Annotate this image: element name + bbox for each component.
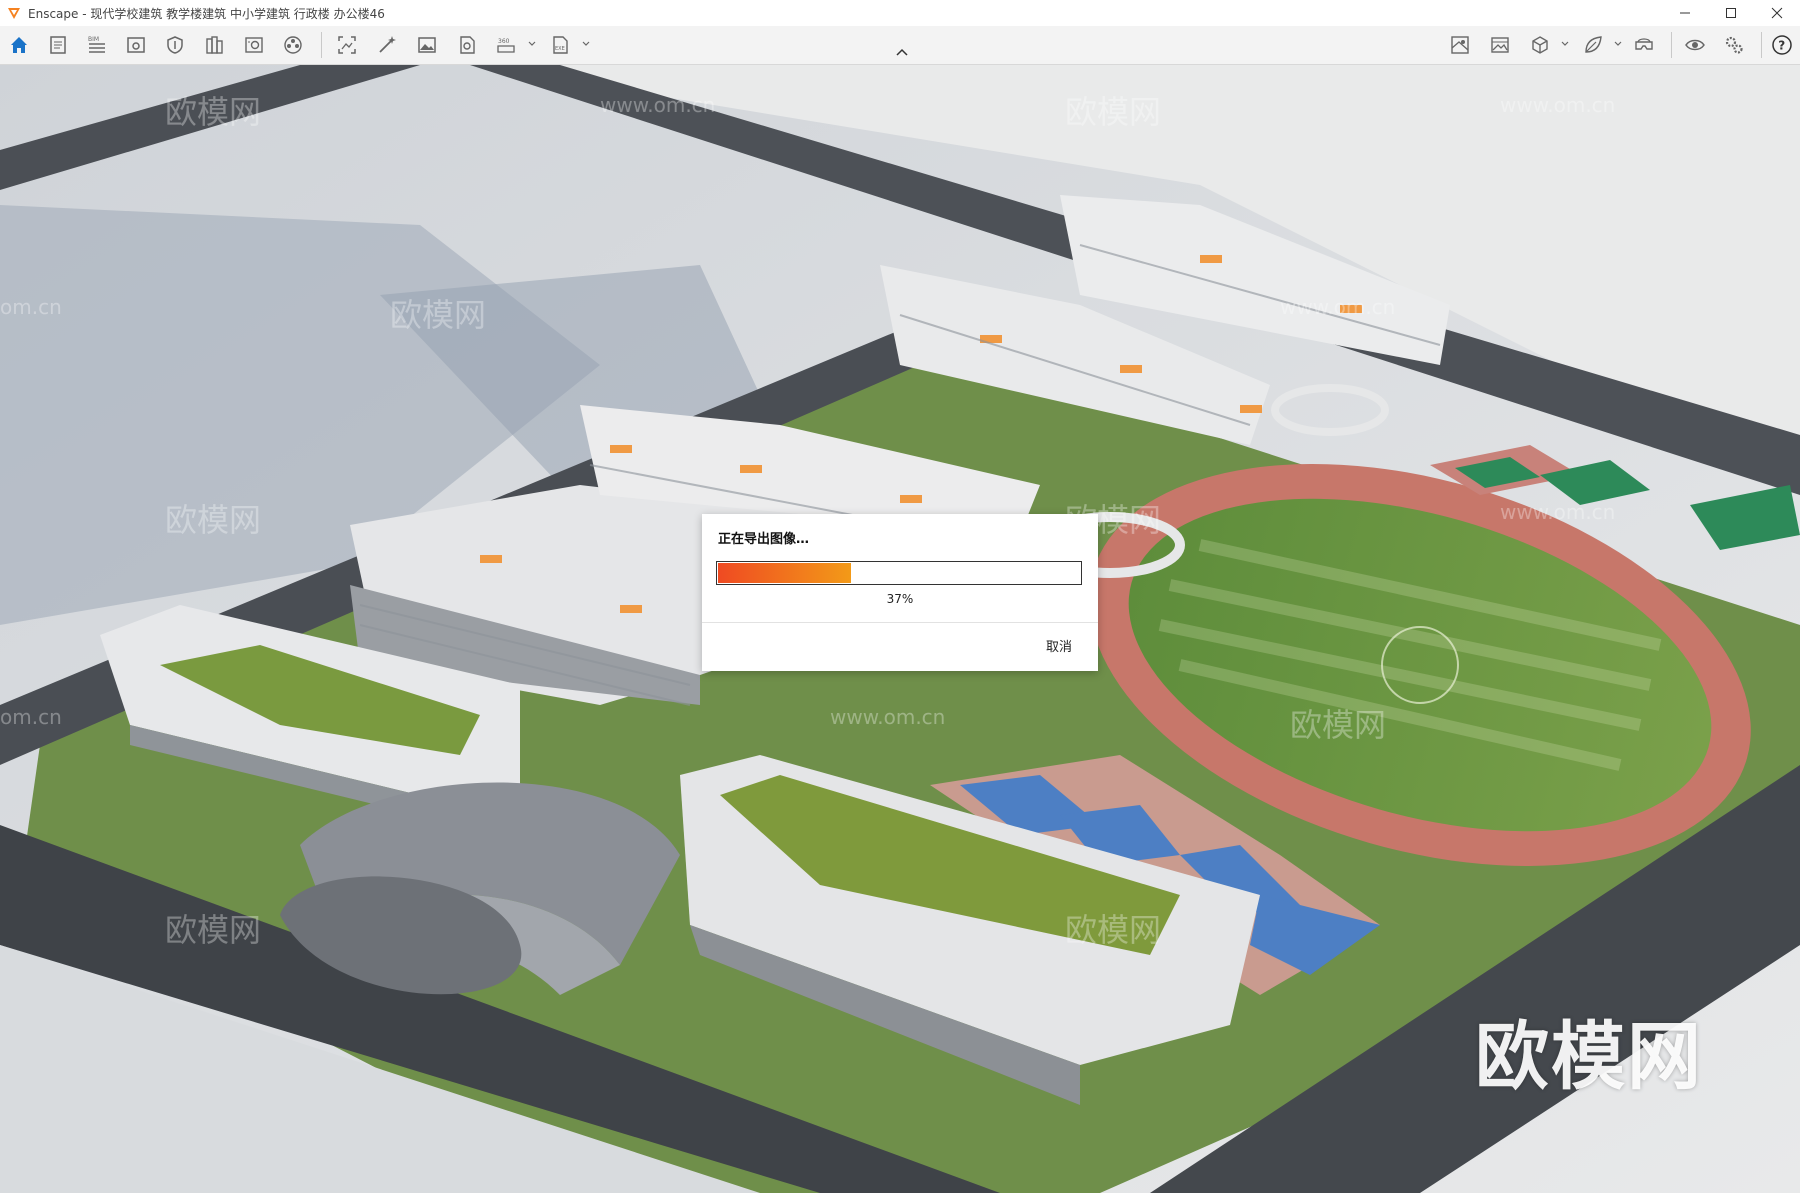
svg-text:EXE: EXE [555,46,565,52]
help-button[interactable]: ? [1770,33,1794,57]
leaf-button[interactable] [1581,33,1605,57]
visual-settings-button[interactable] [1683,33,1707,57]
chevron-down-icon[interactable] [1561,40,1569,48]
dialog-divider [702,622,1098,623]
screenshot-button[interactable] [335,33,359,57]
watermark-text: 欧模网 [165,911,262,949]
asset-cube-button[interactable] [1528,33,1552,57]
home-icon [11,37,27,53]
eye-icon [1685,39,1705,51]
film-reel-icon [284,36,302,54]
render-viewport[interactable]: 欧模网 www.om.cn 欧模网 www.om.cn om.cn 欧模网 ww… [0,65,1800,1193]
watermark-text: om.cn [0,295,62,319]
gears-icon [1725,36,1743,54]
image-icon [418,37,436,53]
exe-export-button[interactable]: EXE [548,33,572,57]
watermark-text: 欧模网 [390,296,487,334]
svg-text:BIM: BIM [88,36,99,43]
panorama-360-icon: 360 [497,38,515,53]
help-icon: ? [1772,35,1792,55]
settings-panel-icon [245,37,263,53]
watermark-text: www.om.cn [1280,295,1396,319]
chevron-down-icon[interactable] [528,40,536,48]
svg-text:360: 360 [498,38,510,45]
bim-icon: BIM [88,36,105,53]
settings-panel-button[interactable] [242,33,266,57]
bim-button[interactable]: BIM [85,33,109,57]
chevron-up-icon[interactable] [893,47,911,57]
home-button[interactable] [7,33,31,57]
main-toolbar: BIM 360 EXE ? [0,26,1800,65]
video-editor-button[interactable] [281,33,305,57]
library-button[interactable] [203,33,227,57]
close-button[interactable] [1754,0,1800,26]
export-progress-dialog: 正在导出图像… 37% 取消 [702,514,1098,671]
watermark-text: www.om.cn [1500,500,1616,524]
shield-icon [167,36,183,54]
title-bar: Enscape - 现代学校建筑 教学楼建筑 中小学建筑 行政楼 办公楼46 [0,0,1800,26]
toolbar-separator [321,32,322,58]
watermark-text: 欧模网 [165,93,262,131]
watermark-text: www.om.cn [830,705,946,729]
svg-text:?: ? [1778,39,1785,53]
view-icon [127,37,145,53]
image-button[interactable] [415,33,439,57]
batch-render-icon [460,36,475,54]
progress-bar [716,561,1082,585]
progress-bar-fill [718,563,851,583]
gallery-button[interactable] [1488,33,1512,57]
minimize-icon [1680,12,1690,14]
panorama-button[interactable]: 360 [494,33,518,57]
dialog-title: 正在导出图像… [718,532,810,547]
vr-headset-icon [1635,38,1653,50]
minimize-button[interactable] [1662,0,1708,26]
watermark-text: 欧模网 [1065,93,1162,131]
close-icon [1771,7,1783,19]
magic-wand-button[interactable] [375,33,399,57]
enscape-logo-icon [8,8,20,19]
chevron-down-icon[interactable] [582,40,590,48]
watermark-text: 欧模网 [1065,911,1162,949]
maximize-button[interactable] [1708,0,1754,26]
batch-render-button[interactable] [455,33,479,57]
material-button[interactable] [1448,33,1472,57]
watermark-text: www.om.cn [1500,93,1616,117]
toolbar-separator [1761,32,1762,58]
cube-icon [1532,36,1548,54]
window-title: Enscape - 现代学校建筑 教学楼建筑 中小学建筑 行政楼 办公楼46 [28,6,385,21]
watermark-text: 欧模网 [165,501,262,539]
vr-button[interactable] [1632,33,1656,57]
exe-export-icon: EXE [553,36,568,54]
watermark-text: www.om.cn [600,93,716,117]
magic-wand-icon [379,36,396,53]
toolbar-separator [1671,32,1672,58]
progress-percent-label: 37% [886,592,914,606]
document-icon [50,36,66,54]
cancel-button[interactable]: 取消 [1046,636,1072,655]
leaf-icon [1585,36,1602,53]
screenshot-icon [338,36,356,54]
material-icon [1451,36,1469,54]
shield-button[interactable] [163,33,187,57]
view-button[interactable] [124,33,148,57]
maximize-icon [1726,8,1736,18]
watermark-text: 欧模网 [1290,706,1387,744]
chevron-down-icon[interactable] [1614,40,1622,48]
books-icon [206,36,223,54]
watermark-logo-text: 欧模网 [1475,1014,1703,1100]
document-button[interactable] [46,33,70,57]
gallery-icon [1491,37,1509,53]
general-settings-button[interactable] [1722,33,1746,57]
watermark-text: om.cn [0,705,62,729]
